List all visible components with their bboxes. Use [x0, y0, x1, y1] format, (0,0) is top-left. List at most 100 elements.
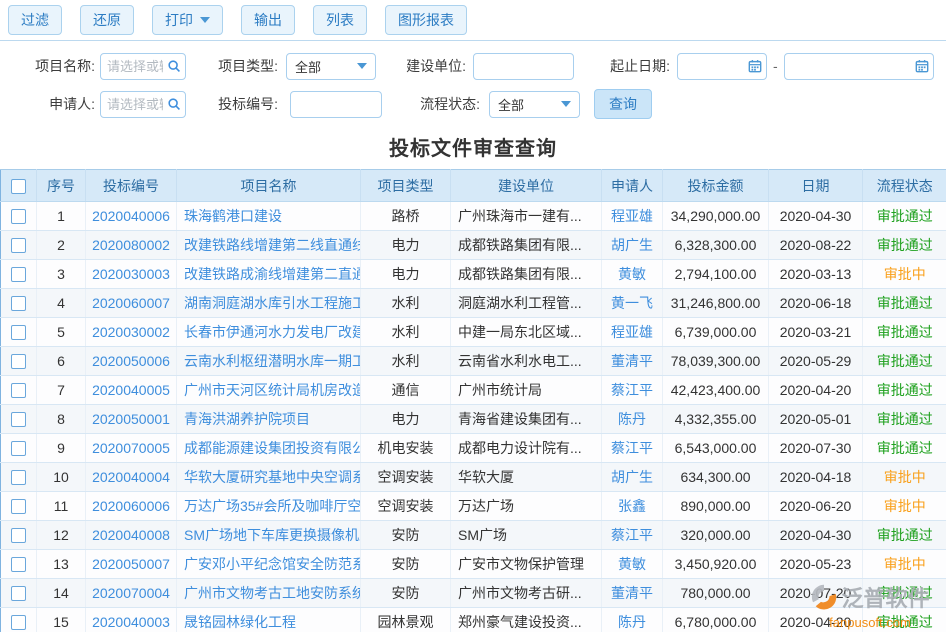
row-checkbox[interactable]: [11, 209, 26, 224]
applicant-link[interactable]: 董清平: [611, 353, 653, 369]
row-checkbox[interactable]: [11, 354, 26, 369]
bid-number-link[interactable]: 2020070005: [92, 440, 170, 456]
select-all-checkbox[interactable]: [11, 179, 26, 194]
search-icon[interactable]: [167, 97, 181, 111]
row-checkbox[interactable]: [11, 470, 26, 485]
applicant-link[interactable]: 蔡江平: [611, 440, 653, 456]
bid-number-link[interactable]: 2020030003: [92, 266, 170, 282]
toolbar-button-list[interactable]: 列表: [313, 5, 367, 35]
project-name-link[interactable]: 云南水利枢纽潜明水库一期工程: [184, 353, 361, 369]
column-header-unit: 建设单位: [451, 170, 602, 202]
bid-number-cell: 2020050006: [86, 347, 177, 376]
applicant-link[interactable]: 胡广生: [611, 469, 653, 485]
row-checkbox[interactable]: [11, 441, 26, 456]
status-cell: 审批通过: [863, 608, 946, 632]
bid-number-link[interactable]: 2020030002: [92, 324, 170, 340]
column-header-amount: 投标金额: [663, 170, 769, 202]
toolbar-button-export[interactable]: 输出: [241, 5, 295, 35]
applicant-link[interactable]: 董清平: [611, 585, 653, 601]
project-name-link[interactable]: 万达广场35#会所及咖啡厅空调: [184, 498, 361, 514]
row-checkbox[interactable]: [11, 557, 26, 572]
project-name-link[interactable]: 广州市天河区统计局机房改造项目: [184, 382, 361, 398]
amount-cell: 634,300.00: [663, 463, 769, 492]
project-name-link[interactable]: 湖南洞庭湖水库引水工程施工监理: [184, 295, 361, 311]
bid-number-cell: 2020040005: [86, 376, 177, 405]
search-icon[interactable]: [167, 59, 181, 73]
toolbar-button-print[interactable]: 打印: [152, 5, 223, 35]
applicant-link[interactable]: 陈丹: [618, 614, 646, 630]
project-name-link[interactable]: 改建铁路成渝线增建第二直通线: [184, 266, 361, 282]
applicant-cell: 胡广生: [602, 231, 663, 260]
toolbar-button-graph-report[interactable]: 图形报表: [385, 5, 467, 35]
row-checkbox[interactable]: [11, 528, 26, 543]
project-type-value: 全部: [295, 57, 321, 76]
seq-cell: 2: [37, 231, 86, 260]
table-row: 14 2020070004 广州市文物考古工地安防系统设计 安防 广州市文物考古…: [1, 579, 946, 608]
construction-unit-input[interactable]: [473, 53, 574, 80]
applicant-link[interactable]: 张鑫: [618, 498, 646, 514]
project-name-link[interactable]: 改建铁路线增建第二线直通线: [184, 237, 361, 253]
applicant-link[interactable]: 程亚雄: [611, 208, 653, 224]
seq-cell: 8: [37, 405, 86, 434]
bid-number-link[interactable]: 2020040006: [92, 208, 170, 224]
row-checkbox[interactable]: [11, 325, 26, 340]
query-button[interactable]: 查询: [594, 89, 652, 119]
project-name-link[interactable]: 晟铭园林绿化工程: [184, 614, 296, 630]
calendar-icon[interactable]: [748, 59, 762, 73]
row-checkbox-cell: [1, 608, 37, 632]
row-checkbox[interactable]: [11, 499, 26, 514]
row-checkbox[interactable]: [11, 412, 26, 427]
project-name-link[interactable]: SM广场地下车库更换摄像机及: [184, 527, 361, 543]
status-cell: 审批通过: [863, 202, 946, 231]
applicant-link[interactable]: 陈丹: [618, 411, 646, 427]
project-type-select[interactable]: 全部: [286, 53, 376, 80]
applicant-link[interactable]: 胡广生: [611, 237, 653, 253]
row-checkbox-cell: [1, 492, 37, 521]
applicant-link[interactable]: 黄一飞: [611, 295, 653, 311]
toolbar-button-restore[interactable]: 还原: [80, 5, 134, 35]
applicant-link[interactable]: 黄敏: [618, 266, 646, 282]
chevron-down-icon: [357, 63, 367, 69]
bid-number-link[interactable]: 2020040008: [92, 527, 170, 543]
calendar-icon[interactable]: [915, 59, 929, 73]
date-cell: 2020-04-18: [769, 463, 863, 492]
row-checkbox[interactable]: [11, 383, 26, 398]
applicant-link[interactable]: 蔡江平: [611, 382, 653, 398]
applicant-link[interactable]: 程亚雄: [611, 324, 653, 340]
bid-number-link[interactable]: 2020060006: [92, 498, 170, 514]
bid-number-link[interactable]: 2020050007: [92, 556, 170, 572]
project-name-link[interactable]: 成都能源建设集团投资有限公司: [184, 440, 361, 456]
bid-number-link[interactable]: 2020070004: [92, 585, 170, 601]
project-name-link[interactable]: 珠海鹤港口建设: [184, 208, 282, 224]
bid-number-link[interactable]: 2020060007: [92, 295, 170, 311]
bid-number-link[interactable]: 2020040003: [92, 614, 170, 630]
row-checkbox-cell: [1, 550, 37, 579]
applicant-link[interactable]: 黄敏: [618, 556, 646, 572]
row-checkbox[interactable]: [11, 296, 26, 311]
project-name-link[interactable]: 华软大厦研究基地中央空调系统: [184, 469, 361, 485]
project-name-link[interactable]: 长春市伊通河水力发电厂改建工程: [184, 324, 361, 340]
toolbar-button-filter[interactable]: 过滤: [8, 5, 62, 35]
bid-number-cell: 2020030003: [86, 260, 177, 289]
bid-number-input[interactable]: [290, 91, 382, 118]
project-name-link[interactable]: 青海洪湖养护院项目: [184, 411, 310, 427]
row-checkbox[interactable]: [11, 615, 26, 630]
bid-number-link[interactable]: 2020050001: [92, 411, 170, 427]
bid-number-link[interactable]: 2020080002: [92, 237, 170, 253]
project-name-link[interactable]: 广州市文物考古工地安防系统设计: [184, 585, 361, 601]
flow-status-select[interactable]: 全部: [489, 91, 580, 118]
row-checkbox[interactable]: [11, 267, 26, 282]
construction-unit-cell: 青海省建设集团有...: [451, 405, 602, 434]
bid-number-link[interactable]: 2020050006: [92, 353, 170, 369]
amount-cell: 2,794,100.00: [663, 260, 769, 289]
bid-number-link[interactable]: 2020040004: [92, 469, 170, 485]
row-checkbox[interactable]: [11, 238, 26, 253]
bid-number-link[interactable]: 2020040005: [92, 382, 170, 398]
bid-number-cell: 2020070005: [86, 434, 177, 463]
row-checkbox[interactable]: [11, 586, 26, 601]
date-to-input[interactable]: [784, 53, 934, 80]
project-name-link[interactable]: 广安邓小平纪念馆安全防范系统: [184, 556, 361, 572]
applicant-link[interactable]: 蔡江平: [611, 527, 653, 543]
applicant-cell: 程亚雄: [602, 202, 663, 231]
toolbar-button-label: 输出: [254, 10, 282, 30]
